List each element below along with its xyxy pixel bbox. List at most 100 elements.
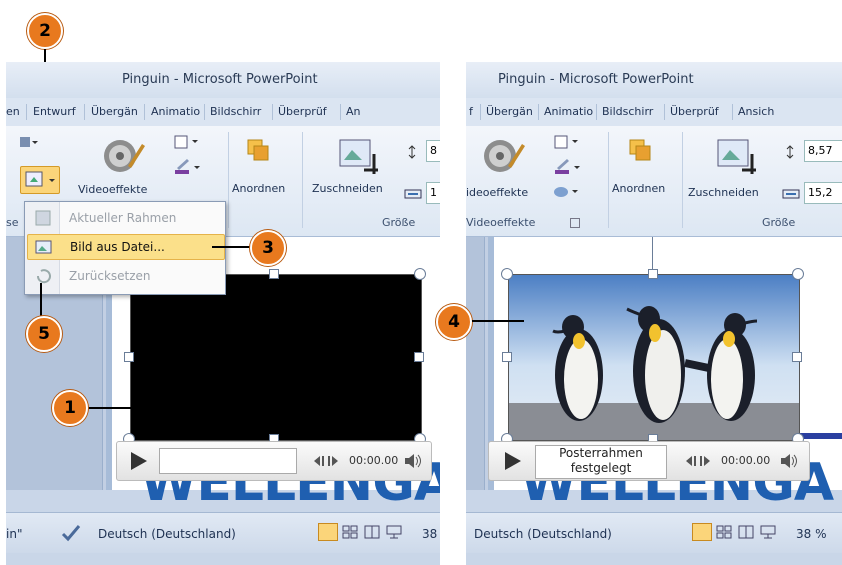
group-label-groesse: Größe	[762, 216, 796, 229]
tab-ansicht[interactable]: Ansich	[738, 105, 774, 118]
tab-entwurf-partial[interactable]: f	[469, 105, 473, 118]
resize-handle[interactable]	[414, 268, 426, 280]
callout-3: 3	[250, 230, 286, 266]
video-effects-icon[interactable]	[100, 136, 146, 176]
language-status[interactable]: Deutsch (Deutschland)	[474, 527, 612, 541]
anordnen-button[interactable]: Anordnen	[612, 182, 665, 195]
anordnen-button[interactable]: Anordnen	[232, 182, 285, 195]
resize-handle[interactable]	[414, 352, 424, 362]
poster-status-line1: Posterrahmen	[559, 446, 643, 460]
window-title: Pinguin - Microsoft PowerPoint	[498, 72, 694, 87]
effects-icon[interactable]	[552, 182, 584, 202]
title-bar: Pinguin - Microsoft PowerPoint	[466, 62, 842, 98]
color-icon[interactable]	[18, 134, 38, 150]
arrange-icon[interactable]	[244, 136, 272, 164]
status-text-partial: in"	[6, 527, 23, 541]
zuschneiden-button[interactable]: Zuschneiden	[688, 186, 759, 199]
rotate-handle-stem	[652, 237, 653, 269]
crop-icon[interactable]	[714, 136, 758, 176]
volume-icon[interactable]	[779, 452, 799, 470]
ribbon-tabs: en Entwurf Übergän Animatio Bildschirr Ü…	[6, 98, 440, 127]
volume-icon[interactable]	[403, 452, 423, 470]
zuschneiden-button[interactable]: Zuschneiden	[312, 182, 383, 195]
tab-bildschirm[interactable]: Bildschirr	[602, 105, 653, 118]
callout-3-line	[212, 246, 252, 248]
tab-ansicht-partial[interactable]: An	[346, 105, 361, 118]
ribbon: ideoeffekte Anordnen Zuschneiden 8,57 15…	[466, 126, 842, 237]
step-icon[interactable]	[685, 454, 713, 468]
reset-icon	[36, 269, 51, 284]
height-field[interactable]: 8	[426, 140, 440, 162]
pen-icon[interactable]	[172, 156, 204, 178]
poster-frame-image[interactable]	[508, 274, 800, 441]
callout-2: 2	[27, 13, 63, 49]
tab-separator	[144, 104, 145, 120]
resize-handle[interactable]	[502, 352, 512, 362]
tab-separator	[272, 104, 273, 120]
resize-handle[interactable]	[124, 352, 134, 362]
tab-separator	[664, 104, 665, 120]
tab-ueberpruefen[interactable]: Überprüf	[670, 105, 719, 118]
group-separator	[682, 132, 683, 228]
video-frame[interactable]	[130, 274, 422, 441]
videoeffekte-button[interactable]: ideoeffekte	[466, 186, 528, 199]
poster-frame-icon	[25, 171, 55, 187]
tab-separator	[480, 104, 481, 120]
check-icon[interactable]	[60, 523, 82, 543]
poster-status-line2: festgelegt	[570, 461, 632, 475]
video-control-bar: Posterrahmen festgelegt 00:00.00	[488, 441, 810, 481]
height-field[interactable]: 8,57	[804, 140, 842, 162]
play-icon[interactable]	[129, 451, 149, 471]
resize-handle[interactable]	[792, 352, 802, 362]
menu-item-reset[interactable]: Zurücksetzen	[25, 264, 225, 288]
tab-animationen[interactable]: Animatio	[544, 105, 593, 118]
width-field[interactable]: 1	[426, 182, 440, 204]
dialog-launcher-icon[interactable]	[570, 218, 580, 228]
tab-entwurf[interactable]: Entwurf	[33, 105, 76, 118]
pen-icon[interactable]	[552, 156, 584, 178]
normal-view-icon[interactable]	[692, 523, 712, 541]
resize-handle[interactable]	[501, 268, 513, 280]
menu-item-image-from-file[interactable]: Bild aus Datei...	[27, 234, 225, 260]
resize-handle[interactable]	[648, 269, 658, 279]
tab-ueberpruefen[interactable]: Überprüf	[278, 105, 327, 118]
tab-home-partial[interactable]: en	[6, 105, 20, 118]
resize-handle[interactable]	[269, 269, 279, 279]
tab-separator	[596, 104, 597, 120]
arrange-icon[interactable]	[626, 136, 654, 164]
slideshow-icon[interactable]	[386, 525, 402, 539]
slide-sorter-icon[interactable]	[342, 525, 358, 539]
width-field[interactable]: 15,2	[804, 182, 842, 204]
tab-uebergaenge[interactable]: Übergän	[486, 105, 533, 118]
slide-sorter-icon[interactable]	[716, 525, 732, 539]
ribbon-tabs: f Übergän Animatio Bildschirr Überprüf A…	[466, 98, 842, 127]
tab-separator	[204, 104, 205, 120]
shape-icon[interactable]	[552, 132, 584, 152]
shape-icon[interactable]	[172, 132, 204, 152]
callout-5-line	[40, 283, 42, 317]
group-separator	[302, 132, 303, 228]
seek-bar[interactable]	[159, 448, 297, 474]
videoeffekte-label-partial[interactable]: Videoeffekte	[78, 183, 147, 196]
width-spin-icon	[404, 186, 424, 200]
normal-view-icon[interactable]	[318, 523, 338, 541]
crop-icon[interactable]	[336, 136, 380, 176]
time-display: 00:00.00	[721, 454, 771, 467]
language-status[interactable]: Deutsch (Deutschland)	[98, 527, 236, 541]
tab-bildschirm[interactable]: Bildschirr	[210, 105, 261, 118]
step-icon[interactable]	[313, 454, 341, 468]
thumbnail-pane	[466, 237, 485, 490]
menu-item-current-frame[interactable]: Aktueller Rahmen	[25, 206, 225, 230]
reading-view-icon[interactable]	[738, 525, 754, 539]
tab-separator	[84, 104, 85, 120]
play-icon[interactable]	[503, 451, 523, 471]
tab-uebergaenge[interactable]: Übergän	[91, 105, 138, 118]
slideshow-icon[interactable]	[760, 525, 776, 539]
tab-separator	[26, 104, 27, 120]
group-separator	[228, 132, 229, 228]
reading-view-icon[interactable]	[364, 525, 380, 539]
video-effects-icon[interactable]	[480, 136, 526, 176]
resize-handle[interactable]	[792, 268, 804, 280]
poster-frame-button[interactable]	[20, 166, 60, 194]
tab-animationen[interactable]: Animatio	[151, 105, 200, 118]
